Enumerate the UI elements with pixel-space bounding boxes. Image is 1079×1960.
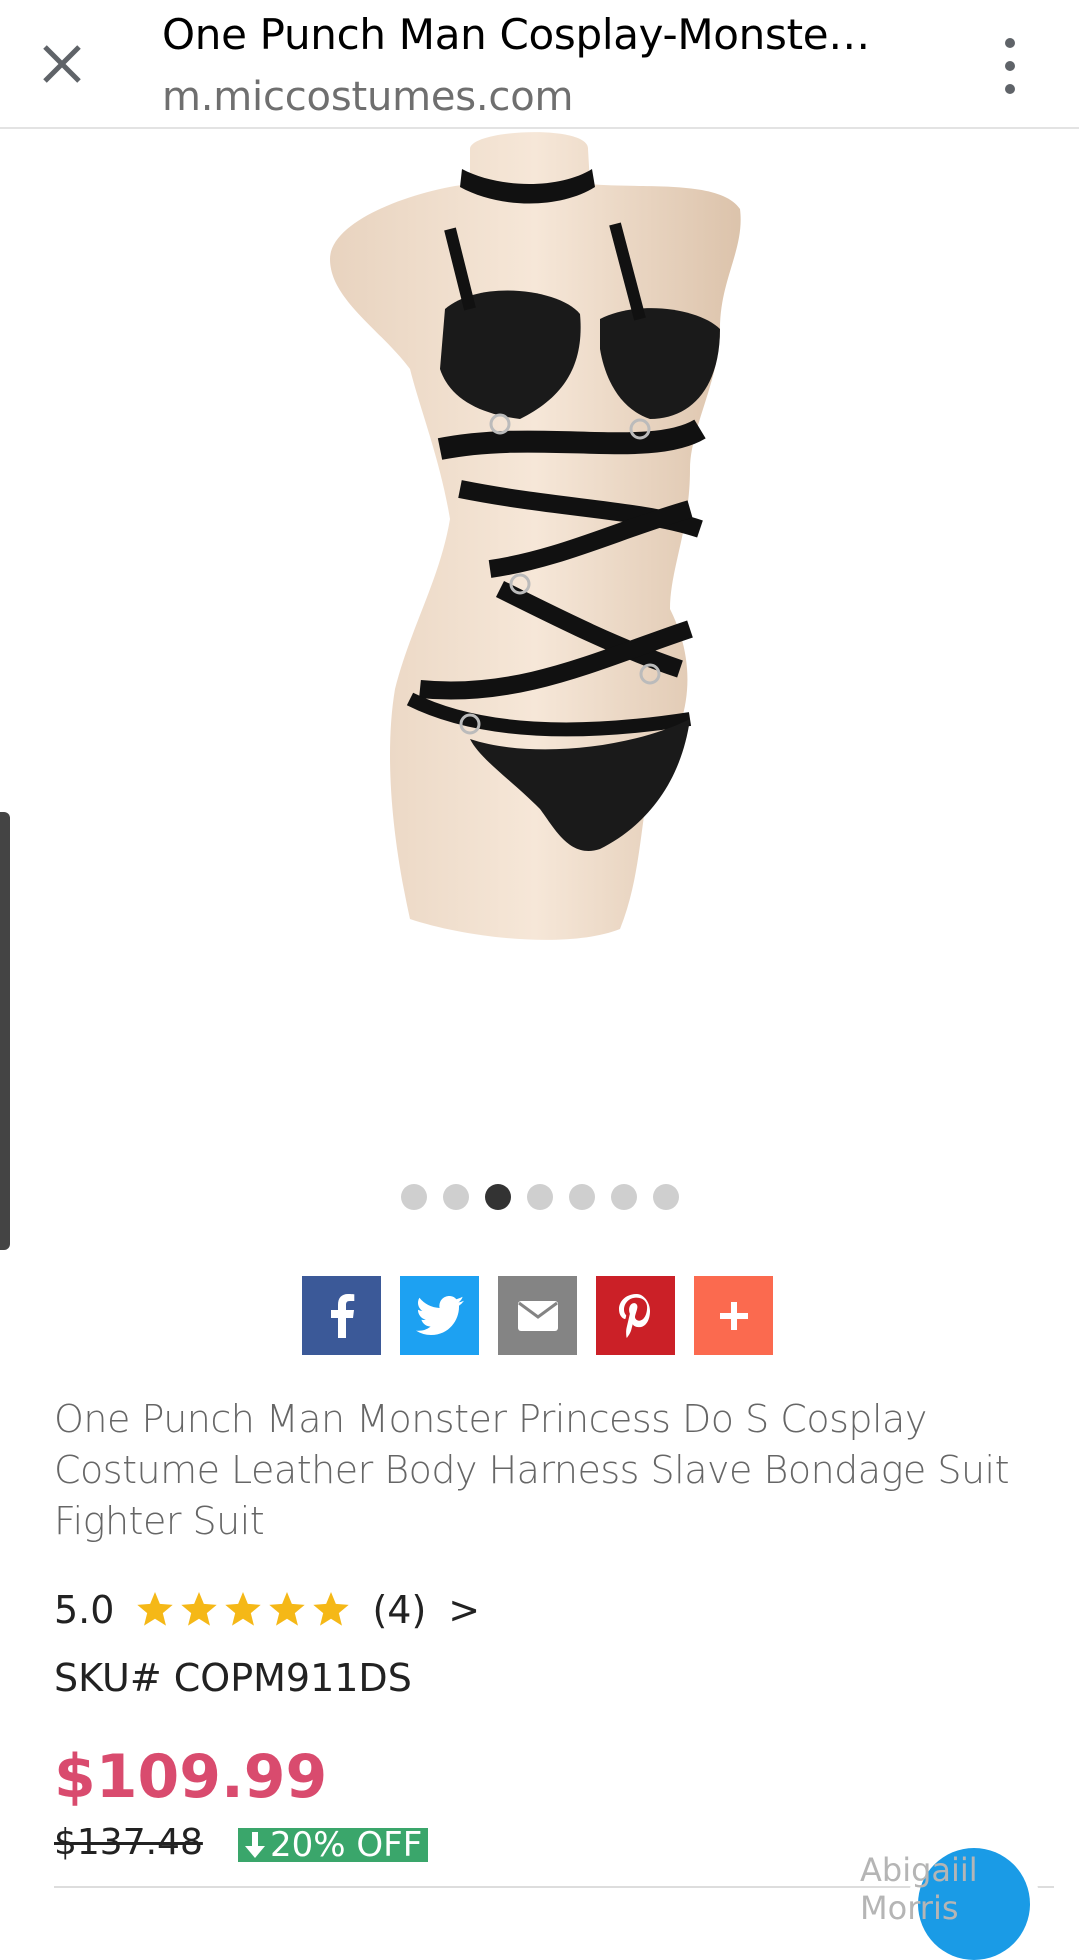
share-buttons (302, 1276, 773, 1355)
carousel-dot[interactable] (611, 1184, 637, 1210)
more-options-button[interactable] (990, 38, 1030, 94)
watermark: Abigaiil Morris (860, 1851, 978, 1927)
browser-toolbar: One Punch Man Cosplay-Monster… m.miccost… (0, 0, 1079, 129)
carousel-dot-active[interactable] (485, 1184, 511, 1210)
original-price: $137.48 (54, 1822, 203, 1863)
menu-dot (1005, 61, 1015, 71)
email-icon (517, 1300, 558, 1331)
current-price: $109.99 (54, 1742, 328, 1812)
menu-dot (1005, 38, 1015, 48)
star-icon (225, 1592, 262, 1626)
carousel-dot[interactable] (443, 1184, 469, 1210)
rating-value: 5.0 (54, 1588, 115, 1632)
twitter-share-button[interactable] (400, 1276, 479, 1355)
star-icon (181, 1592, 218, 1626)
star-icon (137, 1592, 174, 1626)
facebook-icon (330, 1293, 354, 1338)
product-title: One Punch Man Monster Princess Do S Cosp… (54, 1397, 1010, 1543)
discount-text: 20% OFF (270, 1828, 423, 1862)
carousel-dot[interactable] (569, 1184, 595, 1210)
mannequin-illustration (330, 132, 741, 940)
product-sku: SKU# COPM911DS (54, 1656, 412, 1700)
star-icon (313, 1592, 350, 1626)
pinterest-share-button[interactable] (596, 1276, 675, 1355)
discount-badge: 20% OFF (238, 1828, 429, 1862)
rating-row: 5.0 (4) > (54, 1585, 480, 1635)
close-icon (43, 45, 81, 83)
arrow-down-icon (245, 1832, 265, 1858)
plus-icon (719, 1301, 748, 1330)
star-icon (269, 1592, 306, 1626)
menu-dot (1005, 84, 1015, 94)
page-title: One Punch Man Cosplay-Monster… (162, 10, 882, 59)
more-share-button[interactable] (694, 1276, 773, 1355)
twitter-icon (415, 1295, 464, 1335)
reviews-link[interactable]: (4) > (372, 1588, 480, 1632)
close-button[interactable] (34, 36, 90, 92)
carousel-dots (401, 1184, 679, 1210)
carousel-dot[interactable] (527, 1184, 553, 1210)
pinterest-icon (618, 1293, 650, 1338)
carousel-dot[interactable] (653, 1184, 679, 1210)
page-url: m.miccostumes.com (162, 74, 574, 120)
facebook-share-button[interactable] (302, 1276, 381, 1355)
star-rating (136, 1592, 350, 1628)
email-share-button[interactable] (498, 1276, 577, 1355)
product-image[interactable] (0, 129, 1079, 1129)
review-count: (4) (372, 1588, 427, 1632)
side-drawer-handle[interactable] (0, 812, 10, 1250)
carousel-dot[interactable] (401, 1184, 427, 1210)
chevron-right-icon: > (448, 1588, 481, 1632)
